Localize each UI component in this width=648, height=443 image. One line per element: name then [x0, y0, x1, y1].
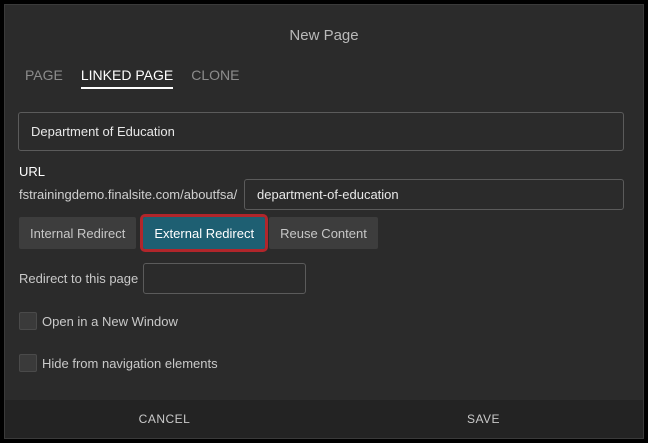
- internal-redirect-button[interactable]: Internal Redirect: [19, 217, 137, 249]
- tab-clone[interactable]: CLONE: [191, 67, 239, 89]
- hide-navigation-checkbox[interactable]: [19, 354, 37, 372]
- page-name-input[interactable]: Department of Education: [18, 112, 624, 151]
- cancel-button[interactable]: CANCEL: [5, 400, 324, 438]
- reuse-content-button[interactable]: Reuse Content: [269, 217, 378, 249]
- redirect-type-selector: Internal Redirect External Redirect Reus…: [19, 214, 380, 252]
- hide-navigation-label: Hide from navigation elements: [42, 355, 218, 371]
- tab-linked-page[interactable]: LINKED PAGE: [80, 67, 174, 89]
- open-new-window-checkbox[interactable]: [19, 312, 37, 330]
- url-label: URL: [19, 164, 46, 179]
- open-new-window-option[interactable]: Open in a New Window: [19, 312, 178, 330]
- hide-navigation-option[interactable]: Hide from navigation elements: [19, 354, 218, 372]
- tab-page[interactable]: PAGE: [25, 67, 63, 89]
- redirect-target-label: Redirect to this page: [19, 271, 139, 286]
- url-slug-input[interactable]: department-of-education: [244, 179, 624, 210]
- redirect-target-input[interactable]: [143, 263, 306, 294]
- url-prefix: fstrainingdemo.finalsite.com/aboutfsa/: [19, 187, 238, 202]
- external-redirect-button[interactable]: External Redirect: [140, 214, 269, 252]
- open-new-window-label: Open in a New Window: [42, 313, 178, 329]
- page-type-tabs: PAGE LINKED PAGE CLONE: [25, 67, 239, 89]
- save-button[interactable]: SAVE: [324, 400, 643, 438]
- dialog-title: New Page: [289, 27, 359, 44]
- dialog-footer: CANCEL SAVE: [5, 400, 643, 438]
- new-page-dialog: New Page PAGE LINKED PAGE CLONE Departme…: [4, 4, 644, 439]
